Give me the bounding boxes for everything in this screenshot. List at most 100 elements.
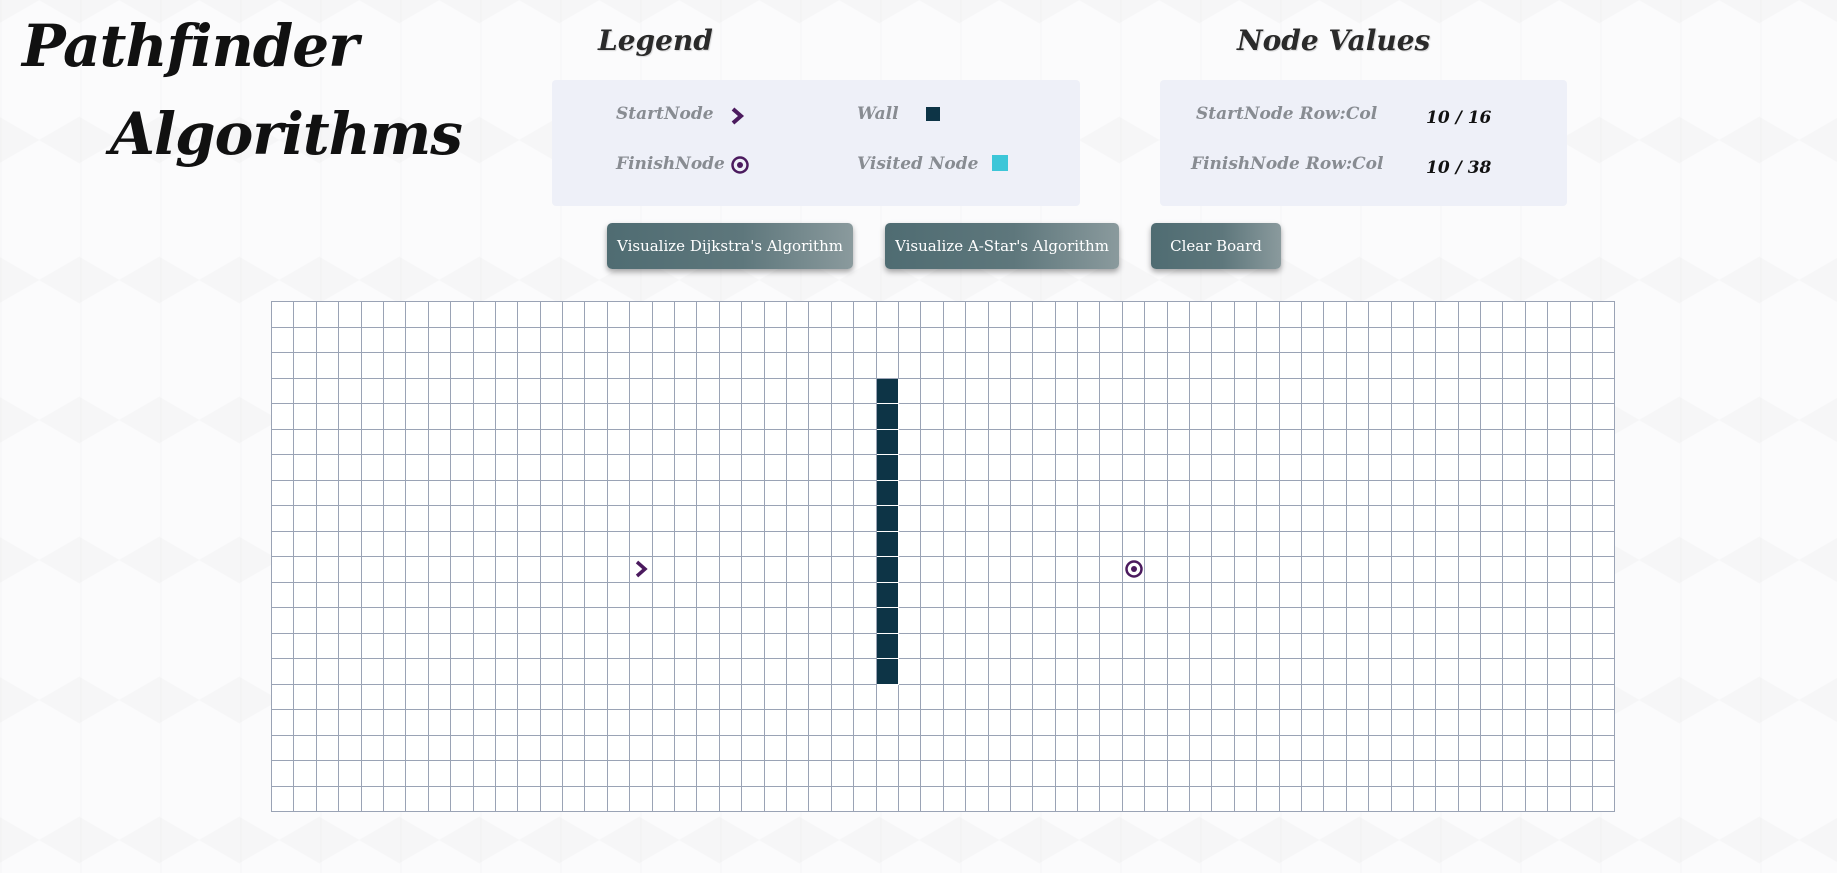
grid-cell[interactable] (966, 633, 989, 659)
grid-cell[interactable] (1145, 684, 1168, 710)
grid-cell-wall[interactable] (876, 608, 899, 634)
grid-cell[interactable] (1122, 659, 1146, 685)
grid-cell[interactable] (1279, 608, 1302, 634)
grid-cell[interactable] (1346, 557, 1370, 583)
grid-cell[interactable] (1078, 404, 1101, 430)
grid-cell[interactable] (764, 608, 787, 634)
grid-cell[interactable] (1010, 684, 1034, 710)
grid-cell[interactable] (1481, 429, 1504, 455)
grid-cell[interactable] (809, 506, 832, 532)
grid-cell[interactable] (1122, 302, 1146, 328)
grid-cell[interactable] (742, 608, 765, 634)
grid-cell[interactable] (1525, 684, 1549, 710)
grid-cell[interactable] (1548, 710, 1571, 736)
grid-cell[interactable] (719, 480, 743, 506)
grid-cell[interactable] (1324, 455, 1347, 481)
grid-cell[interactable] (272, 761, 295, 787)
grid-cell[interactable] (966, 735, 989, 761)
grid-cell[interactable] (1122, 582, 1146, 608)
grid-cell[interactable] (1078, 506, 1101, 532)
grid-cell[interactable] (1369, 353, 1392, 379)
grid-cell[interactable] (1055, 404, 1079, 430)
grid-cell[interactable] (786, 531, 810, 557)
grid-cell[interactable] (809, 735, 832, 761)
grid-cell[interactable] (921, 378, 944, 404)
grid-cell[interactable] (294, 378, 317, 404)
grid-cell[interactable] (361, 659, 384, 685)
grid-cell[interactable] (1257, 608, 1280, 634)
grid-cell[interactable] (854, 531, 877, 557)
grid-cell[interactable] (451, 582, 474, 608)
grid-cell[interactable] (854, 557, 877, 583)
grid-cell[interactable] (518, 404, 541, 430)
grid-cell[interactable] (495, 429, 519, 455)
grid-cell[interactable] (831, 735, 855, 761)
grid-cell[interactable] (1548, 557, 1571, 583)
grid-cell[interactable] (339, 659, 362, 685)
grid-cell[interactable] (1033, 480, 1056, 506)
grid-cell[interactable] (1503, 531, 1526, 557)
grid-cell[interactable] (607, 633, 631, 659)
grid-cell[interactable] (316, 659, 340, 685)
grid-cell[interactable] (1548, 608, 1571, 634)
grid-cell[interactable] (898, 378, 922, 404)
grid-cell[interactable] (1167, 710, 1191, 736)
grid-cell[interactable] (339, 506, 362, 532)
visualize-dijkstra-button[interactable]: Visualize Dijkstra's Algorithm (607, 223, 853, 269)
grid-cell[interactable] (1436, 506, 1459, 532)
grid-cell[interactable] (1010, 353, 1034, 379)
grid-cell[interactable] (1346, 582, 1370, 608)
grid-cell[interactable] (294, 761, 317, 787)
grid-cell[interactable] (339, 480, 362, 506)
grid-cell[interactable] (809, 404, 832, 430)
grid-cell[interactable] (675, 302, 698, 328)
grid-cell[interactable] (1279, 557, 1302, 583)
grid-cell[interactable] (831, 761, 855, 787)
grid-cell[interactable] (898, 761, 922, 787)
grid-cell[interactable] (585, 327, 608, 353)
grid-cell[interactable] (1436, 684, 1459, 710)
grid-cell[interactable] (1369, 633, 1392, 659)
grid-cell[interactable] (1436, 786, 1459, 812)
grid-cell[interactable] (1503, 327, 1526, 353)
grid-cell[interactable] (383, 659, 407, 685)
grid-cell[interactable] (1301, 429, 1325, 455)
grid-cell[interactable] (585, 735, 608, 761)
grid-cell[interactable] (1413, 710, 1437, 736)
grid-cell[interactable] (1458, 327, 1482, 353)
grid-cell[interactable] (1212, 353, 1235, 379)
grid-cell[interactable] (1190, 302, 1213, 328)
grid-cell[interactable] (607, 302, 631, 328)
grid-cell[interactable] (518, 480, 541, 506)
grid-cell[interactable] (585, 633, 608, 659)
grid-cell[interactable] (1570, 582, 1594, 608)
grid-cell[interactable] (1078, 582, 1101, 608)
grid-cell[interactable] (1167, 761, 1191, 787)
grid-cell[interactable] (585, 659, 608, 685)
grid-cell[interactable] (943, 761, 967, 787)
grid-cell[interactable] (697, 633, 720, 659)
grid-cell[interactable] (563, 659, 586, 685)
grid-cell[interactable] (764, 710, 787, 736)
grid-cell[interactable] (1593, 633, 1616, 659)
grid-cell[interactable] (1145, 633, 1168, 659)
grid-cell[interactable] (1122, 353, 1146, 379)
grid-cell[interactable] (451, 557, 474, 583)
grid-cell[interactable] (383, 378, 407, 404)
grid-cell[interactable] (943, 506, 967, 532)
grid-cell[interactable] (719, 429, 743, 455)
grid-cell[interactable] (1525, 582, 1549, 608)
grid-cell[interactable] (697, 531, 720, 557)
grid-cell[interactable] (406, 531, 429, 557)
grid-cell[interactable] (383, 531, 407, 557)
grid-cell[interactable] (1212, 633, 1235, 659)
grid-cell[interactable] (1391, 735, 1414, 761)
grid-cell[interactable] (1212, 378, 1235, 404)
grid-cell[interactable] (1436, 582, 1459, 608)
grid-cell[interactable] (563, 684, 586, 710)
grid-cell[interactable] (652, 608, 676, 634)
grid-cell[interactable] (1145, 455, 1168, 481)
grid-cell[interactable] (1324, 506, 1347, 532)
grid-cell[interactable] (1324, 429, 1347, 455)
grid-cell[interactable] (1525, 353, 1549, 379)
